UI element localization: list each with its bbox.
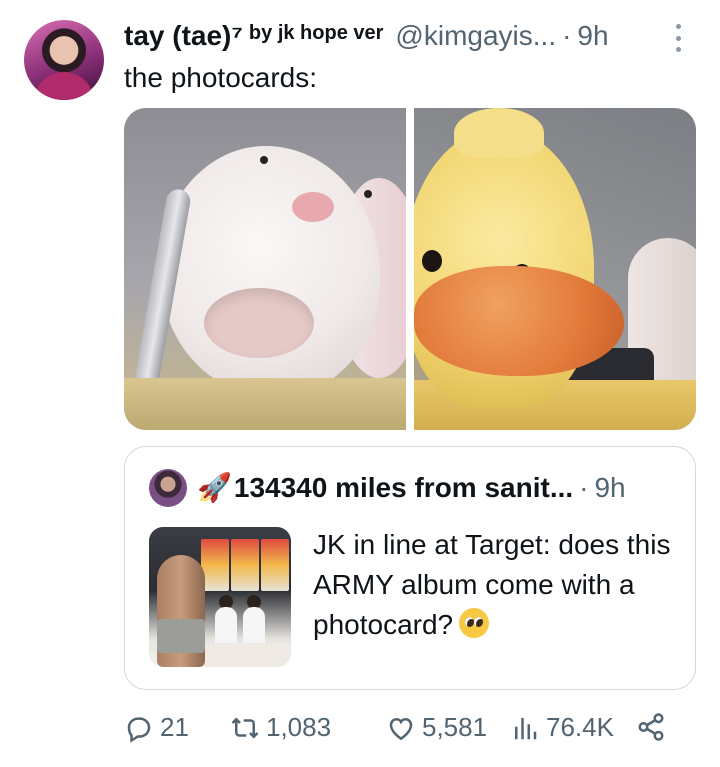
menu-board [201,539,229,591]
photo-duck-puppet[interactable] [414,108,696,430]
like-button[interactable]: 5,581 [386,712,487,743]
quote-thumbnail[interactable] [149,527,291,667]
like-count: 5,581 [422,712,488,742]
quote-timestamp[interactable]: 9h [594,472,625,504]
bunny-mouth [204,288,314,358]
counter [205,643,291,667]
bunny-base [124,378,406,430]
author-display-name[interactable]: tay (tae)⁷ [124,20,243,52]
duck-tuft [454,108,544,158]
worker [215,607,237,647]
worker [243,607,265,647]
reply-icon [127,716,151,743]
bar-chart-icon [515,717,537,739]
author-name-suffix[interactable]: by jk hope ver [249,22,384,45]
tweet-actions: 21 1,083 5,581 76.4K [124,712,684,748]
retweet-count: 1,083 [266,712,332,742]
quote-author-avatar[interactable] [149,469,187,507]
heart-icon [389,717,413,740]
views-count: 76.4K [546,712,614,742]
more-vertical-icon[interactable] [670,24,686,52]
person-shorts [157,619,205,653]
menu-board [231,539,259,591]
quote-author-name[interactable]: 134340 miles from sanit... [234,472,573,504]
menu-board [261,539,289,591]
share-button[interactable] [636,712,666,742]
tweet-timestamp[interactable]: 9h [577,20,608,52]
tweet-text: the photocards: [124,62,318,93]
bunny-nose [292,192,334,222]
reply-count: 21 [160,712,189,742]
quoted-tweet[interactable]: 🚀 134340 miles from sanit... · 9h JK in … [124,446,696,690]
quote-text: JK in line at Target: does this ARMY alb… [313,525,673,645]
share-icon [638,713,664,741]
views-button[interactable]: 76.4K [510,712,614,743]
bunny-head [160,146,380,396]
tweet-header: tay (tae)⁷ by jk hope ver @kimgayis... ·… [124,20,684,56]
retweet-icon [231,716,259,739]
quote-header: 🚀 134340 miles from sanit... · 9h [197,471,626,504]
header-separator: · [562,20,572,51]
tweet-media [124,108,696,430]
reply-button[interactable]: 21 [124,712,189,743]
quote-separator: · [579,472,589,503]
avatar-shoulders [34,72,94,100]
duck-bill [414,266,624,376]
author-avatar[interactable] [24,20,104,100]
bunny-eye-left [260,156,268,164]
duck-eye-left [422,250,442,272]
bunny-eye-right [364,190,372,198]
author-handle[interactable]: @kimgayis... [395,20,556,52]
retweet-button[interactable]: 1,083 [230,712,331,743]
quote-text-body: JK in line at Target: does this ARMY alb… [313,529,671,640]
rocket-icon: 🚀 [197,472,232,503]
photo-bunny-puppet[interactable] [124,108,406,430]
pleading-face-icon [459,608,490,638]
